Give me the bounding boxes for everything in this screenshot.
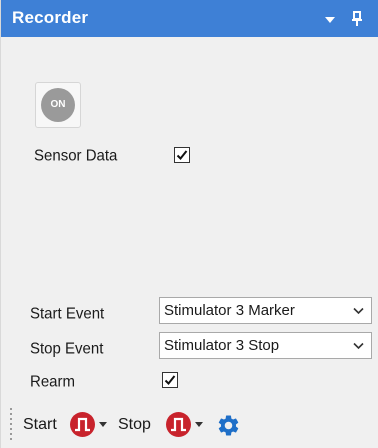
pulse-icon xyxy=(171,417,186,432)
start-pulse-button[interactable] xyxy=(70,412,95,437)
chevron-down-icon[interactable] xyxy=(323,13,337,25)
start-dropdown-icon[interactable] xyxy=(99,422,107,428)
chevron-down-icon xyxy=(353,342,364,350)
stop-event-value: Stimulator 3 Stop xyxy=(164,337,280,354)
sensor-data-label: Sensor Data xyxy=(34,146,118,165)
stop-pulse-button[interactable] xyxy=(166,412,191,437)
toolbar-grip[interactable] xyxy=(9,408,13,442)
pulse-icon xyxy=(75,417,90,432)
gear-icon[interactable] xyxy=(216,413,241,438)
start-event-label: Start Event xyxy=(30,304,105,323)
title-bar: Recorder xyxy=(1,0,378,37)
stop-event-label: Stop Event xyxy=(30,339,104,358)
pin-icon[interactable] xyxy=(350,10,364,28)
window-title: Recorder xyxy=(12,8,89,27)
rearm-checkbox[interactable] xyxy=(162,372,178,388)
start-event-select[interactable]: Stimulator 3 Marker xyxy=(159,297,372,324)
start-event-value: Stimulator 3 Marker xyxy=(164,302,295,319)
power-label: ON xyxy=(41,88,75,122)
stop-dropdown-icon[interactable] xyxy=(195,422,203,428)
stop-event-select[interactable]: Stimulator 3 Stop xyxy=(159,332,372,359)
sensor-data-checkbox[interactable] xyxy=(174,147,190,163)
recorder-panel: Recorder ON Sensor Data Start Event Stim… xyxy=(0,0,378,448)
start-label: Start xyxy=(23,416,57,433)
chevron-down-icon xyxy=(353,307,364,315)
stop-label: Stop xyxy=(118,416,151,433)
power-toggle-button[interactable]: ON xyxy=(35,82,81,128)
recorder-toolbar: Start Stop xyxy=(1,405,378,448)
rearm-label: Rearm xyxy=(30,372,76,391)
